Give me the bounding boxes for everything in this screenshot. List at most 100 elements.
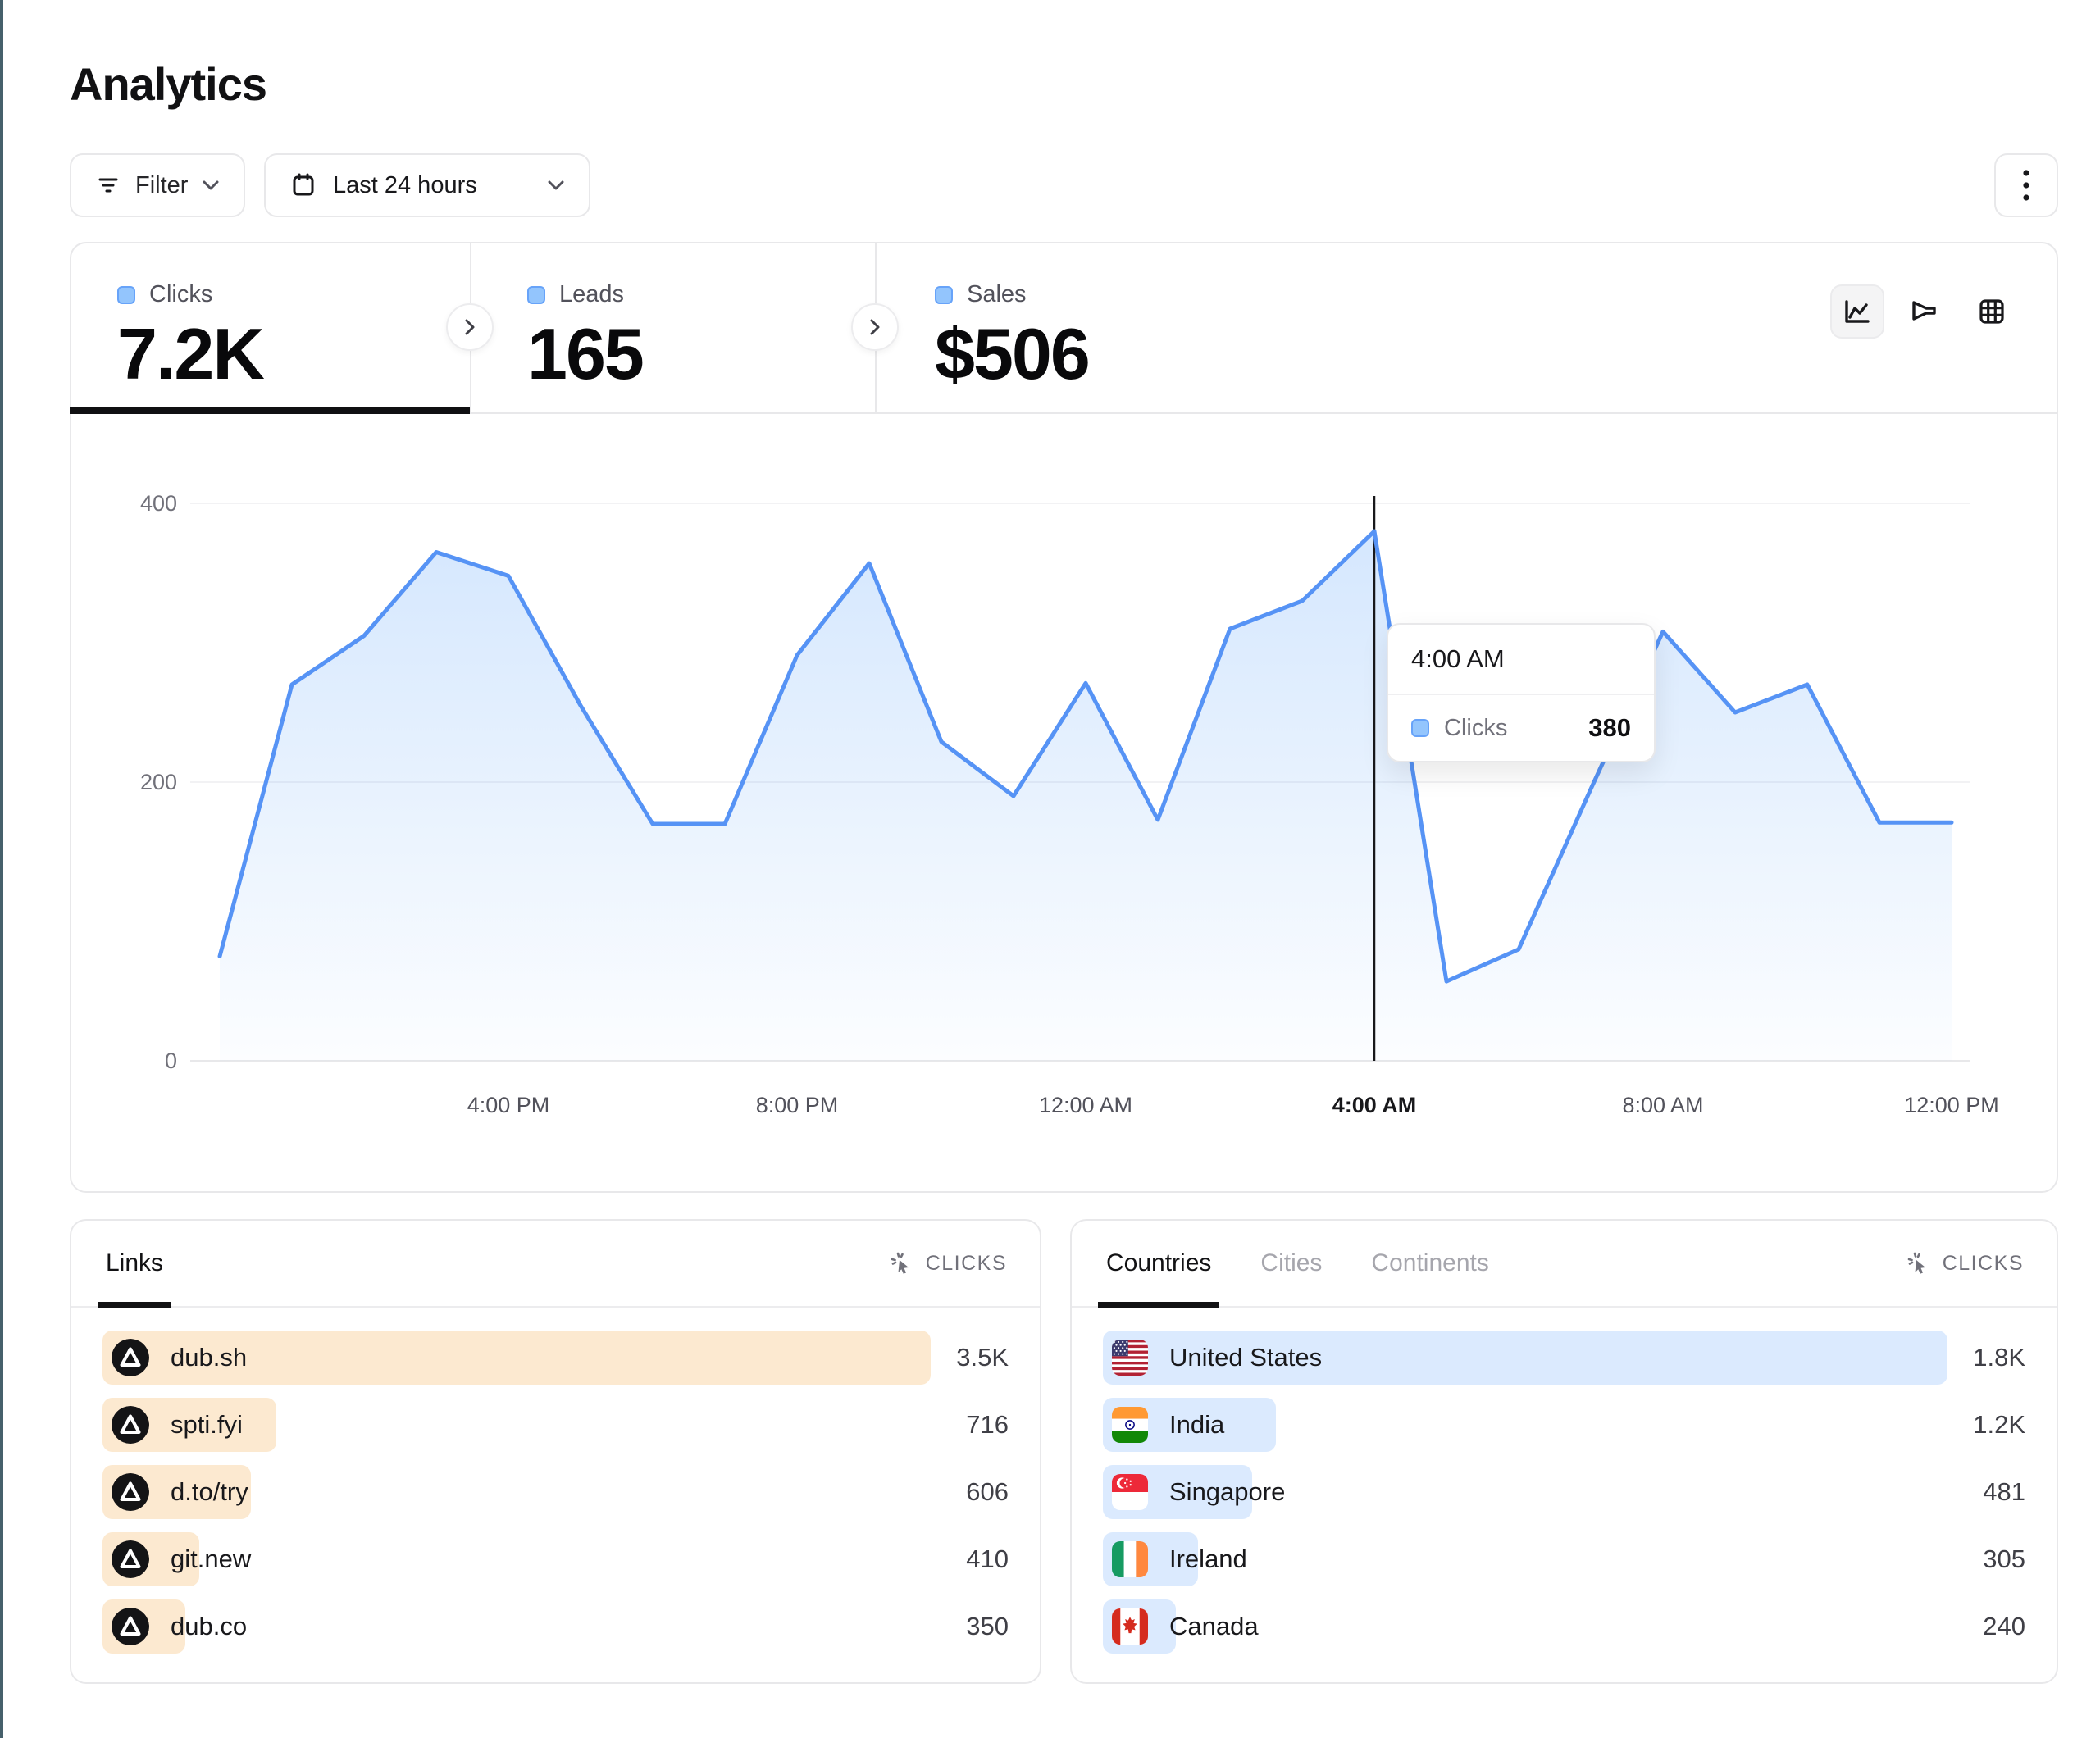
link-value: 716 (931, 1410, 1009, 1440)
country-value: 240 (1947, 1612, 2025, 1641)
tab-leads[interactable]: Leads 165 (470, 243, 873, 412)
link-label: d.to/try (171, 1477, 248, 1507)
tab-sales[interactable]: Sales $506 (873, 243, 1242, 412)
svg-text:8:00 PM: 8:00 PM (756, 1093, 839, 1117)
dub-logo-avatar (112, 1473, 149, 1511)
filter-lines-icon (96, 173, 121, 198)
table-view-button[interactable] (1965, 284, 2019, 339)
line-chart-icon (1842, 296, 1873, 327)
country-row[interactable]: Canada 240 (1103, 1599, 2025, 1654)
active-tab-underline (70, 407, 470, 414)
expand-leads-button[interactable] (851, 303, 899, 351)
link-label: dub.sh (171, 1343, 247, 1372)
chevron-down-icon (203, 180, 219, 190)
leads-legend-swatch (527, 286, 545, 304)
chevron-right-icon (869, 318, 881, 336)
link-bar-track: spti.fyi (102, 1398, 931, 1452)
links-tab-label: Links (106, 1249, 163, 1277)
link-row[interactable]: dub.sh3.5K (102, 1331, 1009, 1385)
clicks-legend-swatch (117, 286, 135, 304)
country-row[interactable]: United States 1.8K (1103, 1331, 2025, 1385)
tab-links[interactable]: Links (104, 1221, 165, 1306)
tab-continents[interactable]: Continents (1369, 1221, 1490, 1306)
cursor-click-icon (1906, 1251, 1931, 1276)
link-row[interactable]: d.to/try 606 (102, 1465, 1009, 1519)
svg-text:400: 400 (140, 491, 177, 516)
page-title: Analytics (70, 57, 266, 111)
clicks-tab-value: 7.2K (117, 318, 470, 390)
tab-clicks[interactable]: Clicks 7.2K (71, 243, 470, 412)
link-value: 350 (931, 1612, 1009, 1641)
links-rows: dub.sh3.5K spti.fyi716 d.to/try 606 git.new4… (71, 1308, 1040, 1654)
cursor-click-icon (890, 1251, 914, 1276)
svg-text:200: 200 (140, 770, 177, 794)
link-label: dub.co (171, 1612, 247, 1641)
countries-panel: Countries Cities Continents CLICKS (1070, 1219, 2058, 1684)
country-value: 1.2K (1947, 1410, 2025, 1440)
link-row[interactable]: git.new410 (102, 1532, 1009, 1586)
country-label: Ireland (1169, 1545, 1247, 1574)
country-label: India (1169, 1410, 1224, 1440)
leads-tab-value: 165 (527, 318, 873, 390)
stats-tabs: Clicks 7.2K Leads 165 Sales $506 (71, 243, 2057, 414)
tooltip-time: 4:00 AM (1388, 625, 1654, 695)
svg-text:4:00 AM: 4:00 AM (1332, 1093, 1417, 1117)
links-panel: Links CLICKS dub.sh3.5K spti.fyi716 d.to/t… (70, 1219, 1041, 1684)
ie-flag-icon (1112, 1541, 1148, 1577)
tab-countries[interactable]: Countries (1105, 1221, 1213, 1306)
filter-button-label: Filter (135, 172, 188, 199)
countries-metric-label: CLICKS (1943, 1252, 2024, 1276)
country-bar-track: India (1103, 1398, 1947, 1452)
clicks-area-chart[interactable]: 02004004:00 PM8:00 PM12:00 AM4:00 AM8:00… (71, 414, 2057, 1191)
country-row[interactable]: Ireland 305 (1103, 1532, 2025, 1586)
kebab-menu-icon (2021, 167, 2031, 203)
link-row[interactable]: dub.co 350 (102, 1599, 1009, 1654)
window-edge-strip (0, 0, 3, 1738)
us-flag-icon (1112, 1340, 1148, 1376)
link-label: git.new (171, 1545, 251, 1574)
dub-logo-avatar (112, 1406, 149, 1444)
country-value: 1.8K (1947, 1343, 2025, 1372)
funnel-chart-icon (1909, 296, 1940, 327)
dub-logo-avatar (112, 1608, 149, 1645)
chart-tooltip: 4:00 AM Clicks 380 (1387, 623, 1656, 762)
country-row[interactable]: Singapore 481 (1103, 1465, 2025, 1519)
country-row[interactable]: India 1.2K (1103, 1398, 2025, 1452)
line-chart-view-button[interactable] (1830, 284, 1884, 339)
more-options-button[interactable] (1994, 153, 2058, 217)
funnel-chart-view-button[interactable] (1897, 284, 1952, 339)
link-value: 606 (931, 1477, 1009, 1507)
country-bar-track: Singapore (1103, 1465, 1947, 1519)
country-label: Canada (1169, 1612, 1259, 1641)
link-bar-track: git.new (102, 1532, 931, 1586)
tab-cities[interactable]: Cities (1259, 1221, 1323, 1306)
sales-tab-label: Sales (967, 281, 1027, 308)
tooltip-legend-swatch (1411, 719, 1429, 737)
countries-tab-label: Countries (1106, 1249, 1211, 1277)
link-bar-track: d.to/try (102, 1465, 931, 1519)
date-range-button[interactable]: Last 24 hours (264, 153, 590, 217)
dub-logo-avatar (112, 1339, 149, 1376)
country-value: 481 (1947, 1477, 2025, 1507)
svg-text:12:00 PM: 12:00 PM (1904, 1093, 1999, 1117)
analytics-page: Analytics Filter Last 24 hours (0, 0, 2100, 1738)
links-metric-selector[interactable]: CLICKS (890, 1221, 1007, 1306)
svg-text:4:00 PM: 4:00 PM (467, 1093, 550, 1117)
country-label: Singapore (1169, 1477, 1285, 1507)
link-bar-track: dub.sh (102, 1331, 931, 1385)
svg-text:0: 0 (165, 1049, 177, 1073)
cities-tab-label: Cities (1260, 1249, 1322, 1277)
expand-clicks-button[interactable] (446, 303, 494, 351)
countries-metric-selector[interactable]: CLICKS (1906, 1221, 2024, 1306)
leads-tab-label: Leads (559, 281, 624, 308)
date-range-label: Last 24 hours (333, 172, 477, 199)
country-value: 305 (1947, 1545, 2025, 1574)
chevron-down-icon (548, 180, 564, 190)
ca-flag-icon (1112, 1608, 1148, 1645)
tooltip-metric-label: Clicks (1444, 715, 1507, 742)
link-row[interactable]: spti.fyi716 (102, 1398, 1009, 1452)
filter-button[interactable]: Filter (70, 153, 245, 217)
sales-legend-swatch (935, 286, 953, 304)
tooltip-metric-value: 380 (1588, 713, 1631, 743)
country-label: United States (1169, 1343, 1322, 1372)
